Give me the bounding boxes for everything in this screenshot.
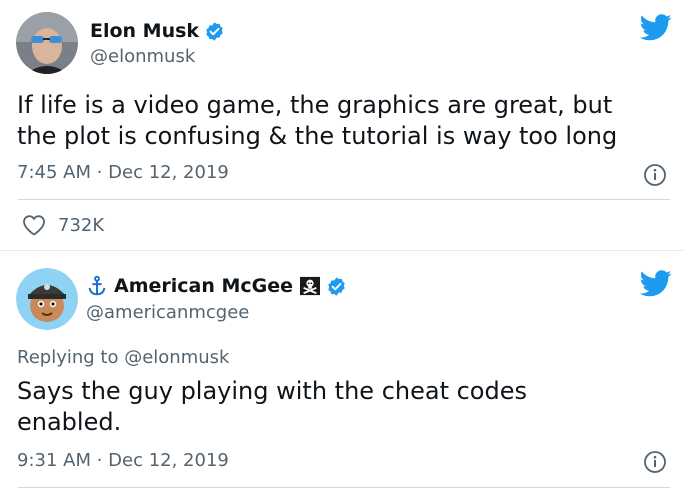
author-row: American McGee [86, 275, 347, 297]
twitter-bird-icon[interactable] [640, 270, 672, 297]
tweet-timestamp[interactable]: 9:31 AM · Dec 12, 2019 [17, 450, 229, 471]
tweet-reply-mcgee: American McGee @americanmcgee Replying t… [0, 0, 685, 496]
verified-badge-icon [328, 276, 345, 296]
tweet-text-line-1: Says the guy playing with the cheat code… [17, 377, 527, 405]
tweet-text-line-2: enabled. [17, 408, 122, 436]
avatar[interactable] [16, 268, 78, 330]
divider [18, 487, 670, 488]
pirate-flag-icon [300, 276, 321, 296]
info-icon[interactable] [643, 450, 667, 474]
author-name[interactable]: American McGee [114, 275, 293, 297]
anchor-icon [88, 275, 106, 296]
author-handle[interactable]: @americanmcgee [86, 302, 249, 323]
replying-to[interactable]: Replying to @elonmusk [17, 347, 229, 368]
